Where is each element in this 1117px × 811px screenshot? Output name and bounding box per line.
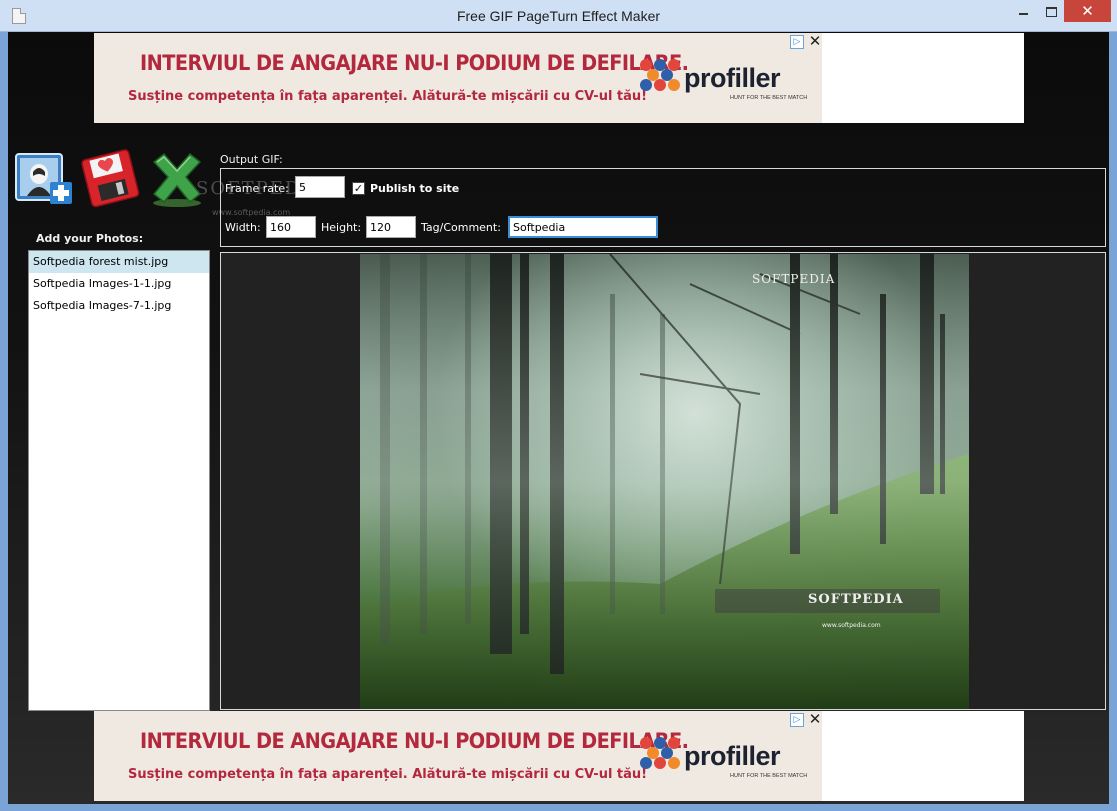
- ad-brand-logo: profiller HUNT FOR THE BEST MATCH: [640, 59, 810, 109]
- list-item[interactable]: Softpedia Images-1-1.jpg: [29, 273, 209, 295]
- close-button[interactable]: ✕: [1064, 0, 1111, 22]
- ad-brand-tagline: HUNT FOR THE BEST MATCH: [730, 773, 808, 779]
- height-label: Height:: [321, 221, 362, 234]
- ad-subline: Susține competența în fața aparenței. Al…: [128, 767, 648, 782]
- photo-list[interactable]: Softpedia forest mist.jpg Softpedia Imag…: [28, 250, 210, 711]
- maximize-button[interactable]: [1036, 0, 1066, 22]
- ad-headline: INTERVIUL DE ANGAJARE NU-I PODIUM DE DEF…: [140, 51, 689, 75]
- preview-watermark-bottom: SOFTPEDIA: [808, 592, 904, 607]
- adchoices-icon[interactable]: ▷: [790, 35, 804, 49]
- ad-brand-name: profiller: [684, 741, 781, 771]
- preview-watermark-top: SOFTPEDIA: [752, 272, 836, 286]
- ad-banner-bottom[interactable]: INTERVIUL DE ANGAJARE NU-I PODIUM DE DEF…: [94, 711, 1024, 801]
- list-item[interactable]: Softpedia Images-7-1.jpg: [29, 295, 209, 317]
- ad-brand-tagline: HUNT FOR THE BEST MATCH: [730, 95, 808, 101]
- ad-creative[interactable]: INTERVIUL DE ANGAJARE NU-I PODIUM DE DEF…: [94, 711, 822, 801]
- ad-close-icon[interactable]: ✕: [808, 33, 822, 49]
- frame-rate-label: Frame rate:: [225, 182, 289, 195]
- delete-x-icon[interactable]: [146, 150, 208, 212]
- app-client-area: INTERVIUL DE ANGAJARE NU-I PODIUM DE DEF…: [8, 32, 1109, 804]
- window-title: Free GIF PageTurn Effect Maker: [456, 8, 661, 24]
- brand-mark-icon: [640, 59, 682, 95]
- ad-creative[interactable]: INTERVIUL DE ANGAJARE NU-I PODIUM DE DEF…: [94, 33, 822, 123]
- minimize-button[interactable]: [1008, 0, 1038, 22]
- adchoices-icon[interactable]: ▷: [790, 713, 804, 727]
- publish-checkbox[interactable]: ✓: [352, 182, 365, 195]
- frame-rate-input[interactable]: [295, 176, 345, 198]
- width-label: Width:: [225, 221, 261, 234]
- list-item[interactable]: Softpedia forest mist.jpg: [29, 251, 209, 273]
- image-preview-panel: SOFTPEDIA SOFTPEDIA www.softpedia.com: [220, 252, 1106, 710]
- brand-mark-icon: [640, 737, 682, 773]
- ad-banner-top[interactable]: INTERVIUL DE ANGAJARE NU-I PODIUM DE DEF…: [94, 33, 1024, 123]
- save-floppy-icon[interactable]: [80, 146, 142, 208]
- tag-comment-label: Tag/Comment:: [421, 221, 501, 234]
- window-frame-bottom: [0, 804, 1117, 811]
- width-input[interactable]: [266, 216, 316, 238]
- preview-photo: SOFTPEDIA SOFTPEDIA www.softpedia.com: [360, 254, 969, 709]
- ad-subline: Susține competența în fața aparenței. Al…: [128, 89, 648, 104]
- height-input[interactable]: [366, 216, 416, 238]
- publish-label: Publish to site: [370, 182, 460, 195]
- add-photo-icon[interactable]: [14, 152, 76, 214]
- add-photos-label: Add your Photos:: [36, 232, 144, 245]
- ad-headline: INTERVIUL DE ANGAJARE NU-I PODIUM DE DEF…: [140, 729, 689, 753]
- ad-close-icon[interactable]: ✕: [808, 711, 822, 727]
- ad-brand-logo: profiller HUNT FOR THE BEST MATCH: [640, 737, 810, 787]
- ad-brand-name: profiller: [684, 63, 781, 93]
- title-bar: Free GIF PageTurn Effect Maker ✕: [0, 0, 1117, 32]
- output-gif-label: Output GIF:: [220, 153, 283, 166]
- preview-watermark-url: www.softpedia.com: [822, 622, 881, 629]
- output-options-group: Frame rate: ✓ Publish to site Width: Hei…: [220, 168, 1106, 247]
- tag-comment-input[interactable]: [508, 216, 658, 238]
